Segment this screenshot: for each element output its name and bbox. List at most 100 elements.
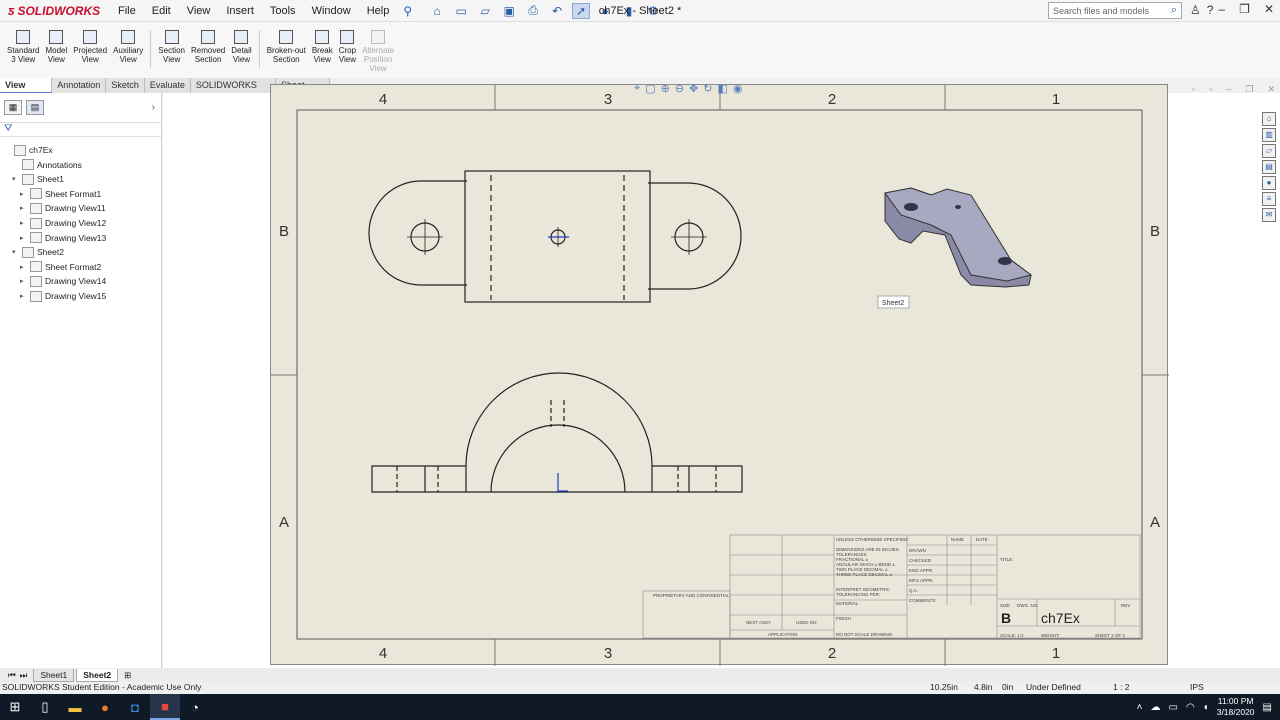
tab-solidworks-add-ins[interactable]: SOLIDWORKS Add-Ins bbox=[190, 78, 277, 103]
display-style-icon[interactable]: ◧ bbox=[717, 82, 727, 95]
viewport-min-icon[interactable]: – bbox=[1226, 84, 1231, 95]
tree-item[interactable]: ▸ Drawing View15 bbox=[20, 289, 106, 303]
tab-nav-first-icon[interactable]: ⏮ bbox=[8, 670, 16, 681]
windows-start-icon[interactable]: ⊞ bbox=[0, 694, 30, 720]
alternate-position-view-button[interactable]: Alternate Position View bbox=[359, 30, 397, 73]
traffic-light-icon[interactable]: ● bbox=[596, 3, 614, 19]
sheet-tab-sheet2[interactable]: Sheet2 bbox=[76, 668, 119, 682]
user-icon[interactable]: ♙ bbox=[1190, 3, 1201, 17]
help-icon[interactable]: ? bbox=[1207, 3, 1214, 17]
search-icon[interactable]: ⌕ bbox=[1171, 4, 1177, 17]
crop-view-button[interactable]: Crop View bbox=[336, 30, 359, 64]
menu-view[interactable]: View bbox=[179, 5, 219, 17]
select-pointer-icon[interactable]: ➚ bbox=[572, 2, 591, 19]
pan-icon[interactable]: ✥ bbox=[689, 82, 698, 95]
outlook-icon[interactable]: ◘ bbox=[120, 694, 150, 720]
custom-properties-icon[interactable]: ≡ bbox=[1262, 192, 1276, 206]
options-gear-icon[interactable]: ⚙ bbox=[644, 3, 662, 19]
hide-show-icon[interactable]: ◉ bbox=[733, 82, 743, 95]
menu-tools[interactable]: Tools bbox=[262, 5, 304, 17]
volume-icon[interactable]: ◖ bbox=[1203, 702, 1209, 713]
expand-icon[interactable]: ▸ bbox=[20, 277, 30, 285]
expand-icon[interactable]: ▸ bbox=[20, 234, 30, 242]
sheet-scale[interactable]: 1 : 2 bbox=[1113, 682, 1130, 692]
filter-icon[interactable]: ⛛ bbox=[0, 123, 161, 137]
tab-evaluate[interactable]: Evaluate bbox=[144, 78, 191, 93]
rotate-icon[interactable]: ↻ bbox=[703, 82, 712, 95]
tree-item[interactable]: ▸ Sheet Format1 bbox=[20, 187, 101, 201]
print-icon[interactable]: ⎙ bbox=[524, 3, 542, 19]
home-icon[interactable]: ⌂ bbox=[428, 3, 446, 19]
viewport-b-icon[interactable]: ▫ bbox=[1209, 84, 1212, 95]
detail-view-button[interactable]: Detail View bbox=[228, 30, 254, 64]
tree-item[interactable]: ▸ Sheet Format2 bbox=[20, 260, 101, 274]
wifi-icon[interactable]: ◠ bbox=[1186, 702, 1195, 713]
model-view-button[interactable]: Model View bbox=[42, 30, 70, 64]
tree-item[interactable]: Annotations bbox=[12, 158, 82, 172]
property-manager-tab-icon[interactable]: ▤ bbox=[26, 100, 44, 115]
viewport-a-icon[interactable]: ▫ bbox=[1192, 84, 1195, 95]
appearances-icon[interactable]: ● bbox=[1262, 176, 1276, 190]
removed-section-button[interactable]: Removed Section bbox=[188, 30, 228, 64]
maximize-icon[interactable]: ❐ bbox=[1239, 2, 1250, 16]
zoom-area-icon[interactable]: ▢ bbox=[645, 82, 655, 95]
tab-annotation[interactable]: Annotation bbox=[52, 78, 107, 93]
break-view-button[interactable]: Break View bbox=[309, 30, 336, 64]
tree-item[interactable]: ▾ Sheet1 bbox=[12, 172, 64, 186]
standard-3-view-button[interactable]: Standard 3 View bbox=[4, 30, 42, 64]
sw-resources-icon[interactable]: ⌂ bbox=[1262, 112, 1276, 126]
expand-icon[interactable]: ▸ bbox=[20, 219, 30, 227]
expand-icon[interactable]: ▸ bbox=[20, 204, 30, 212]
collapse-icon[interactable]: ▾ bbox=[12, 175, 22, 183]
expand-icon[interactable]: ▸ bbox=[20, 263, 30, 271]
tree-item[interactable]: ▸ Drawing View12 bbox=[20, 216, 106, 230]
notifications-icon[interactable]: ▤ bbox=[1263, 702, 1272, 713]
tree-item[interactable]: ▸ Drawing View13 bbox=[20, 231, 106, 245]
expand-icon[interactable]: ▸ bbox=[20, 190, 30, 198]
menu-window[interactable]: Window bbox=[304, 5, 359, 17]
solidworks-logo[interactable]: ƽ SOLIDWORKS bbox=[0, 3, 110, 18]
menu-insert[interactable]: Insert bbox=[218, 5, 262, 17]
zoom-in-icon[interactable]: ⊕ bbox=[661, 82, 670, 95]
undo-icon[interactable]: ↶ bbox=[548, 3, 566, 19]
tree-item[interactable]: ch7Ex bbox=[4, 143, 53, 157]
minimize-icon[interactable]: – bbox=[1218, 2, 1225, 16]
clock[interactable]: 11:00 PM 3/18/2020 bbox=[1217, 696, 1255, 718]
tree-item[interactable]: ▸ Drawing View14 bbox=[20, 274, 106, 288]
rebuild-icon[interactable]: ▮ bbox=[620, 3, 638, 19]
close-icon[interactable]: ✕ bbox=[1264, 2, 1274, 16]
onedrive-icon[interactable]: ☁ bbox=[1150, 702, 1160, 713]
collapse-icon[interactable]: ▾ bbox=[12, 248, 22, 256]
menu-edit[interactable]: Edit bbox=[144, 5, 179, 17]
sheet-tab-sheet1[interactable]: Sheet1 bbox=[33, 668, 75, 682]
projected-view-button[interactable]: Projected View bbox=[70, 30, 110, 64]
chevron-up-icon[interactable]: ˄ bbox=[1137, 702, 1143, 713]
tab-view-layout[interactable]: View Layout bbox=[0, 78, 53, 103]
clock-app-icon[interactable]: ◔ bbox=[180, 694, 210, 720]
tree-item[interactable]: ▸ Drawing View11 bbox=[20, 201, 106, 215]
auxiliary-view-button[interactable]: Auxiliary View bbox=[110, 30, 146, 64]
search-box[interactable]: Search files and models ⌕ bbox=[1048, 2, 1182, 19]
file-explorer-icon[interactable]: ▬ bbox=[60, 694, 90, 720]
new-document-icon[interactable]: ▭ bbox=[452, 3, 470, 19]
unit-system[interactable]: IPS bbox=[1190, 682, 1204, 692]
design-library-icon[interactable]: ▥ bbox=[1262, 128, 1276, 142]
view-palette-icon[interactable]: ▤ bbox=[1262, 160, 1276, 174]
pin-icon[interactable]: ⚲ bbox=[403, 4, 412, 18]
save-icon[interactable]: ▣ bbox=[500, 3, 518, 19]
zoom-fit-icon[interactable]: ⌖ bbox=[634, 82, 640, 95]
forum-icon[interactable]: ✉ bbox=[1262, 208, 1276, 222]
add-sheet-icon[interactable]: ⊞ bbox=[124, 670, 131, 681]
broken-out-section-button[interactable]: Broken-out Section bbox=[264, 30, 309, 64]
menu-file[interactable]: File bbox=[110, 5, 144, 17]
drawing-sheet[interactable]: 4 3 2 1 4 3 2 1 B A B A Sheet2 UNLESS OT… bbox=[270, 84, 1169, 666]
task-view-icon[interactable]: ▯ bbox=[30, 694, 60, 720]
battery-icon[interactable]: ▭ bbox=[1168, 702, 1177, 713]
tree-item[interactable]: ▾ Sheet2 bbox=[12, 245, 64, 259]
file-explorer-icon[interactable]: ▱ bbox=[1262, 144, 1276, 158]
menu-help[interactable]: Help bbox=[359, 5, 398, 17]
viewport-close-icon[interactable]: ✕ bbox=[1268, 84, 1276, 95]
section-view-button[interactable]: Section View bbox=[155, 30, 188, 64]
firefox-icon[interactable]: ● bbox=[90, 694, 120, 720]
tab-nav-last-icon[interactable]: ⏭ bbox=[20, 670, 28, 681]
